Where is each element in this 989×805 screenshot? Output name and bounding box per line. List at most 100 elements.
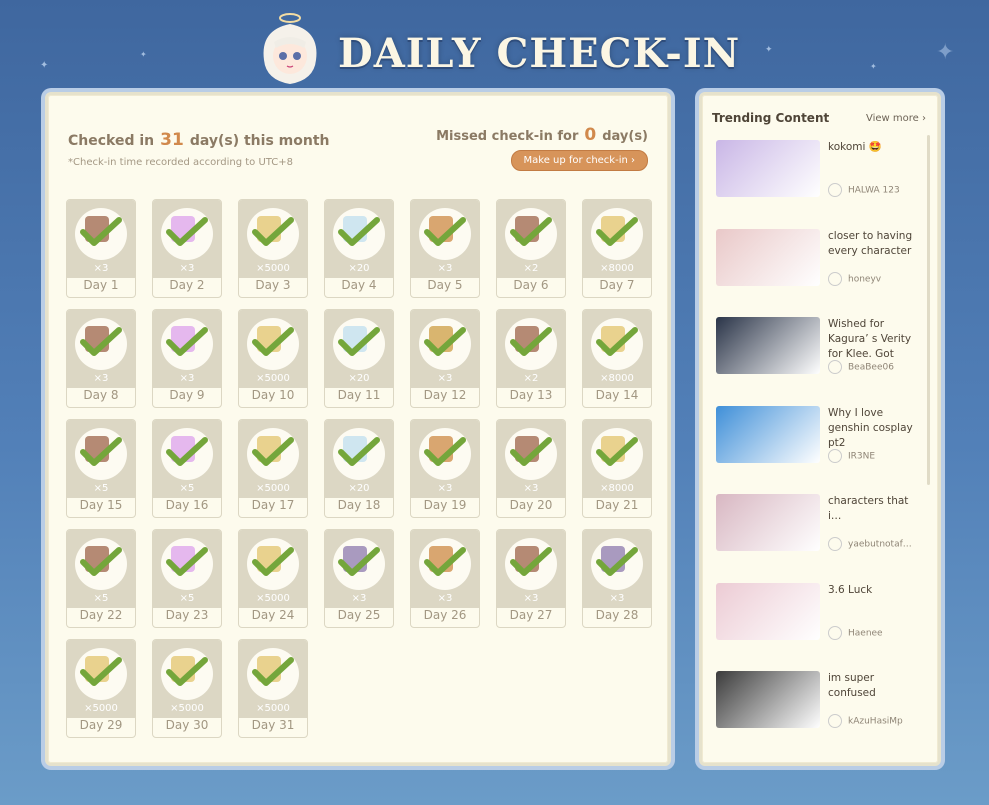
trending-thumbnail[interactable] (716, 317, 820, 374)
day-tile[interactable]: ×5000 Day 29 (66, 639, 136, 738)
trending-thumbnail[interactable] (716, 228, 820, 286)
trending-item[interactable]: kokomi 🤩 HALWA 123 (716, 140, 926, 220)
trending-item[interactable]: Why I love genshin cosplay pt2 IR3NE (716, 405, 926, 486)
day-tile[interactable]: ×3 Day 28 (582, 529, 652, 628)
reward-count: ×5 (93, 593, 109, 604)
trending-user[interactable]: yaebutnotaf… (828, 537, 912, 551)
avatar (828, 537, 842, 551)
utc-note: *Check-in time recorded according to UTC… (68, 157, 294, 168)
trending-text[interactable]: closer to having every character (828, 229, 916, 259)
trending-user[interactable]: kAzuHasiMp (828, 714, 903, 728)
reward-count: ×5 (93, 483, 109, 494)
star-decoration: ✦ (140, 50, 147, 59)
trending-user[interactable]: honeyv (828, 271, 881, 286)
star-decoration: ✦ (870, 62, 877, 71)
make-up-button[interactable]: Make up for check-in › (510, 150, 648, 171)
trending-item[interactable]: 3.6 Luck Haenee (716, 582, 926, 663)
trending-text[interactable]: Wished for Kagura’ s Verity for Klee. Go… (828, 317, 916, 363)
day-tile[interactable]: ×20 Day 4 (324, 199, 394, 298)
header: DAILY CHECK-IN (248, 8, 748, 88)
day-label: Day 6 (513, 278, 549, 292)
day-tile[interactable]: ×20 Day 18 (324, 419, 394, 518)
day-tile[interactable]: ×5000 Day 31 (238, 639, 308, 738)
day-tile[interactable]: ×3 Day 19 (410, 419, 480, 518)
day-label: Day 21 (595, 498, 639, 512)
reward-count: ×8000 (600, 263, 634, 274)
day-label: Day 15 (79, 498, 123, 512)
day-tile[interactable]: ×3 Day 27 (496, 529, 566, 628)
scrollbar[interactable] (927, 135, 930, 485)
day-tile[interactable]: ×5 Day 15 (66, 419, 136, 518)
trending-text[interactable]: Why I love genshin cosplay pt2 (828, 406, 916, 451)
reward-count: ×2 (523, 263, 539, 274)
day-tile[interactable]: ×3 Day 12 (410, 309, 480, 408)
trending-item[interactable]: closer to having every character honeyv (716, 228, 926, 309)
day-tile[interactable]: ×5 Day 22 (66, 529, 136, 628)
day-label: Day 25 (337, 608, 381, 622)
day-label: Day 27 (509, 608, 553, 622)
checked-count: 31 (160, 130, 184, 150)
day-label: Day 24 (251, 608, 295, 622)
reward-count: ×5000 (256, 703, 290, 714)
trending-user[interactable]: IR3NE (828, 448, 875, 463)
day-tile[interactable]: ×5000 Day 10 (238, 309, 308, 408)
view-more-link[interactable]: View more › (866, 113, 926, 124)
trending-item[interactable]: characters that i… yaebutnotaf… (716, 494, 926, 574)
day-tile[interactable]: ×5000 Day 17 (238, 419, 308, 518)
checkmark-icon (252, 327, 294, 356)
trending-thumbnail[interactable] (716, 494, 820, 551)
day-tile[interactable]: ×3 Day 5 (410, 199, 480, 298)
trending-title: Trending Content (712, 111, 830, 125)
day-tile[interactable]: ×3 Day 26 (410, 529, 480, 628)
trending-text[interactable]: 3.6 Luck (828, 583, 916, 598)
trending-item[interactable]: Wished for Kagura’ s Verity for Klee. Go… (716, 317, 926, 397)
day-tile[interactable]: ×8000 Day 21 (582, 419, 652, 518)
day-label: Day 4 (341, 278, 377, 292)
day-label: Day 16 (165, 498, 209, 512)
day-tile[interactable]: ×5000 Day 30 (152, 639, 222, 738)
reward-count: ×3 (179, 373, 195, 384)
checkmark-icon (424, 547, 466, 576)
day-tile[interactable]: ×3 Day 20 (496, 419, 566, 518)
checkmark-icon (166, 657, 208, 686)
day-tile[interactable]: ×8000 Day 14 (582, 309, 652, 408)
trending-thumbnail[interactable] (716, 671, 820, 728)
trending-user[interactable]: BeaBee06 (828, 360, 894, 374)
checkmark-icon (80, 327, 122, 356)
day-tile[interactable]: ×8000 Day 7 (582, 199, 652, 298)
day-tile[interactable]: ×3 Day 2 (152, 199, 222, 298)
day-tile[interactable]: ×2 Day 13 (496, 309, 566, 408)
day-tile[interactable]: ×5 Day 23 (152, 529, 222, 628)
checked-in-summary: Checked in 31 day(s) this month (68, 130, 329, 150)
checkmark-icon (80, 657, 122, 686)
trending-item[interactable]: im super confused kAzuHasiMp (716, 671, 926, 751)
trending-user[interactable]: HALWA 123 (828, 183, 900, 197)
day-tile[interactable]: ×5000 Day 3 (238, 199, 308, 298)
day-tile[interactable]: ×20 Day 11 (324, 309, 394, 408)
trending-text[interactable]: kokomi 🤩 (828, 140, 916, 155)
day-tile[interactable]: ×3 Day 9 (152, 309, 222, 408)
trending-text[interactable]: im super confused (828, 671, 916, 701)
day-tile[interactable]: ×5000 Day 24 (238, 529, 308, 628)
trending-thumbnail[interactable] (716, 140, 820, 197)
day-tile[interactable]: ×2 Day 6 (496, 199, 566, 298)
reward-count: ×3 (179, 263, 195, 274)
reward-count: ×3 (437, 263, 453, 274)
checkmark-icon (338, 327, 380, 356)
reward-count: ×3 (523, 483, 539, 494)
trending-thumbnail[interactable] (716, 582, 820, 640)
day-tile[interactable]: ×3 Day 8 (66, 309, 136, 408)
trending-thumbnail[interactable] (716, 405, 820, 463)
checkin-panel: Checked in 31 day(s) this month *Check-in … (45, 92, 671, 766)
checkmark-icon (424, 327, 466, 356)
checkmark-icon (510, 327, 552, 356)
checkmark-icon (596, 547, 638, 576)
checkmark-icon (252, 547, 294, 576)
trending-user[interactable]: Haenee (828, 625, 883, 640)
trending-text[interactable]: characters that i… (828, 494, 916, 524)
day-tile[interactable]: ×3 Day 25 (324, 529, 394, 628)
day-tile[interactable]: ×3 Day 1 (66, 199, 136, 298)
checkmark-icon (80, 437, 122, 466)
day-tile[interactable]: ×5 Day 16 (152, 419, 222, 518)
checkmark-icon (252, 657, 294, 686)
